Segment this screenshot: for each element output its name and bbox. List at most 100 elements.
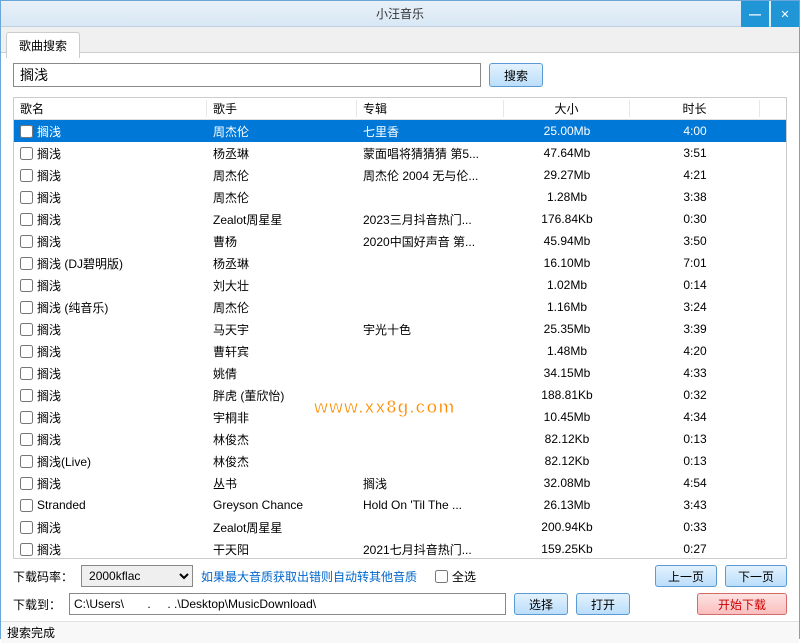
song-duration: 0:13: [630, 454, 760, 468]
table-row[interactable]: 搁浅马天宇宇光十色25.35Mb3:39: [14, 318, 786, 340]
song-size: 176.84Kb: [504, 212, 630, 226]
row-checkbox[interactable]: [20, 191, 33, 204]
song-artist: 宇桐非: [207, 409, 357, 426]
row-checkbox[interactable]: [20, 433, 33, 446]
table-row[interactable]: 搁浅林俊杰82.12Kb0:13: [14, 428, 786, 450]
song-size: 34.15Mb: [504, 366, 630, 380]
song-size: 159.25Kb: [504, 542, 630, 556]
table-row[interactable]: 搁浅刘大壮1.02Mb0:14: [14, 274, 786, 296]
table-row[interactable]: 搁浅Zealot周星星200.94Kb0:33: [14, 516, 786, 538]
table-row[interactable]: 搁浅干天阳2021七月抖音热门...159.25Kb0:27: [14, 538, 786, 559]
table-row[interactable]: 搁浅宇桐非10.45Mb4:34: [14, 406, 786, 428]
table-row[interactable]: 搁浅曹轩宾1.48Mb4:20: [14, 340, 786, 362]
song-artist: 干天阳: [207, 541, 357, 558]
song-size: 32.08Mb: [504, 476, 630, 490]
song-size: 188.81Kb: [504, 388, 630, 402]
open-button[interactable]: 打开: [576, 593, 630, 615]
song-size: 82.12Kb: [504, 432, 630, 446]
col-name[interactable]: 歌名: [14, 100, 207, 117]
table-row[interactable]: 搁浅姚倩34.15Mb4:33: [14, 362, 786, 384]
minimize-button[interactable]: [741, 1, 769, 27]
table-row[interactable]: 搁浅胖虎 (董欣怡)188.81Kb0:32: [14, 384, 786, 406]
song-artist: 马天宇: [207, 321, 357, 338]
col-artist[interactable]: 歌手: [207, 100, 357, 117]
row-checkbox[interactable]: [20, 477, 33, 490]
song-size: 82.12Kb: [504, 454, 630, 468]
song-name: 搁浅: [37, 321, 61, 338]
row-checkbox[interactable]: [20, 279, 33, 292]
song-duration: 3:51: [630, 146, 760, 160]
choose-button[interactable]: 选择: [514, 593, 568, 615]
song-size: 1.48Mb: [504, 344, 630, 358]
row-checkbox[interactable]: [20, 389, 33, 402]
col-duration[interactable]: 时长: [630, 100, 760, 117]
row-checkbox[interactable]: [20, 521, 33, 534]
table-row[interactable]: 搁浅曹杨2020中国好声音 第...45.94Mb3:50: [14, 230, 786, 252]
bitrate-label: 下载码率：: [13, 568, 73, 585]
row-checkbox[interactable]: [20, 147, 33, 160]
song-album: 七里香: [357, 123, 504, 140]
col-album[interactable]: 专辑: [357, 100, 504, 117]
song-duration: 3:24: [630, 300, 760, 314]
song-duration: 3:38: [630, 190, 760, 204]
song-size: 25.00Mb: [504, 124, 630, 138]
song-artist: 胖虎 (董欣怡): [207, 387, 357, 404]
search-input[interactable]: [13, 63, 481, 87]
table-body[interactable]: 搁浅周杰伦七里香25.00Mb4:00搁浅杨丞琳蒙面唱将猜猜猜 第5...47.…: [14, 120, 786, 559]
table-row[interactable]: 搁浅周杰伦周杰伦 2004 无与伦...29.27Mb4:21: [14, 164, 786, 186]
row-checkbox[interactable]: [20, 543, 33, 556]
bitrate-select[interactable]: 2000kflac: [81, 565, 193, 587]
table-row[interactable]: 搁浅(Live)林俊杰82.12Kb0:13: [14, 450, 786, 472]
song-artist: 周杰伦: [207, 167, 357, 184]
next-page-button[interactable]: 下一页: [725, 565, 787, 587]
search-button[interactable]: 搜索: [489, 63, 543, 87]
table-row[interactable]: 搁浅 (纯音乐)周杰伦1.16Mb3:24: [14, 296, 786, 318]
song-size: 29.27Mb: [504, 168, 630, 182]
row-checkbox[interactable]: [20, 125, 33, 138]
table-row[interactable]: 搁浅Zealot周星星2023三月抖音热门...176.84Kb0:30: [14, 208, 786, 230]
path-input[interactable]: [69, 593, 506, 615]
song-name: 搁浅 (DJ碧明版): [37, 255, 123, 272]
prev-page-button[interactable]: 上一页: [655, 565, 717, 587]
row-checkbox[interactable]: [20, 169, 33, 182]
song-duration: 4:34: [630, 410, 760, 424]
row-checkbox[interactable]: [20, 301, 33, 314]
song-artist: 周杰伦: [207, 123, 357, 140]
table-row[interactable]: 搁浅周杰伦七里香25.00Mb4:00: [14, 120, 786, 142]
song-name: 搁浅: [37, 387, 61, 404]
song-name: 搁浅: [37, 277, 61, 294]
results-table: 歌名 歌手 专辑 大小 时长 搁浅周杰伦七里香25.00Mb4:00搁浅杨丞琳蒙…: [13, 97, 787, 559]
table-row[interactable]: 搁浅杨丞琳蒙面唱将猜猜猜 第5...47.64Mb3:51: [14, 142, 786, 164]
selectall-checkbox[interactable]: [435, 570, 448, 583]
song-duration: 0:13: [630, 432, 760, 446]
row-checkbox[interactable]: [20, 257, 33, 270]
table-row[interactable]: StrandedGreyson ChanceHold On 'Til The .…: [14, 494, 786, 516]
row-checkbox[interactable]: [20, 345, 33, 358]
row-checkbox[interactable]: [20, 323, 33, 336]
song-duration: 0:14: [630, 278, 760, 292]
table-row[interactable]: 搁浅 (DJ碧明版)杨丞琳16.10Mb7:01: [14, 252, 786, 274]
start-download-button[interactable]: 开始下载: [697, 593, 787, 615]
song-duration: 4:00: [630, 124, 760, 138]
row-checkbox[interactable]: [20, 213, 33, 226]
row-checkbox[interactable]: [20, 411, 33, 424]
song-name: 搁浅: [37, 519, 61, 536]
song-size: 16.10Mb: [504, 256, 630, 270]
song-name: 搁浅: [37, 145, 61, 162]
close-button[interactable]: [771, 1, 799, 27]
row-checkbox[interactable]: [20, 235, 33, 248]
row-checkbox[interactable]: [20, 367, 33, 380]
table-row[interactable]: 搁浅丛书搁浅32.08Mb4:54: [14, 472, 786, 494]
song-artist: Zealot周星星: [207, 211, 357, 228]
song-album: 蒙面唱将猜猜猜 第5...: [357, 145, 504, 162]
titlebar: 小汪音乐: [1, 1, 799, 27]
song-artist: 周杰伦: [207, 299, 357, 316]
row-checkbox[interactable]: [20, 455, 33, 468]
row-checkbox[interactable]: [20, 499, 33, 512]
col-size[interactable]: 大小: [504, 100, 630, 117]
song-artist: 丛书: [207, 475, 357, 492]
song-album: Hold On 'Til The ...: [357, 498, 504, 512]
tab-search[interactable]: 歌曲搜索: [6, 32, 80, 58]
song-name: 搁浅(Live): [37, 453, 91, 470]
table-row[interactable]: 搁浅周杰伦1.28Mb3:38: [14, 186, 786, 208]
